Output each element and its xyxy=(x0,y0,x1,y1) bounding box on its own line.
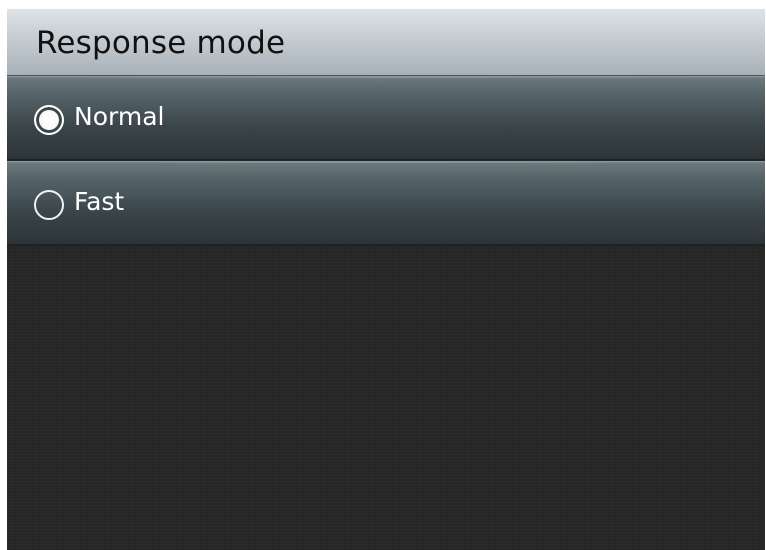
response-mode-screen: Response mode Normal Fast xyxy=(7,9,765,550)
radio-selected-icon[interactable] xyxy=(34,105,64,135)
response-mode-options: Normal Fast xyxy=(7,76,765,245)
page-title: Response mode xyxy=(36,25,286,61)
empty-content-area xyxy=(7,247,765,550)
fast-option-label: Fast xyxy=(74,187,125,216)
title-bar: Response mode xyxy=(7,9,765,76)
normal-option-label: Normal xyxy=(74,102,165,131)
normal-option[interactable]: Normal xyxy=(7,76,765,160)
fast-option[interactable]: Fast xyxy=(7,161,765,245)
radio-unselected-icon[interactable] xyxy=(34,190,64,220)
